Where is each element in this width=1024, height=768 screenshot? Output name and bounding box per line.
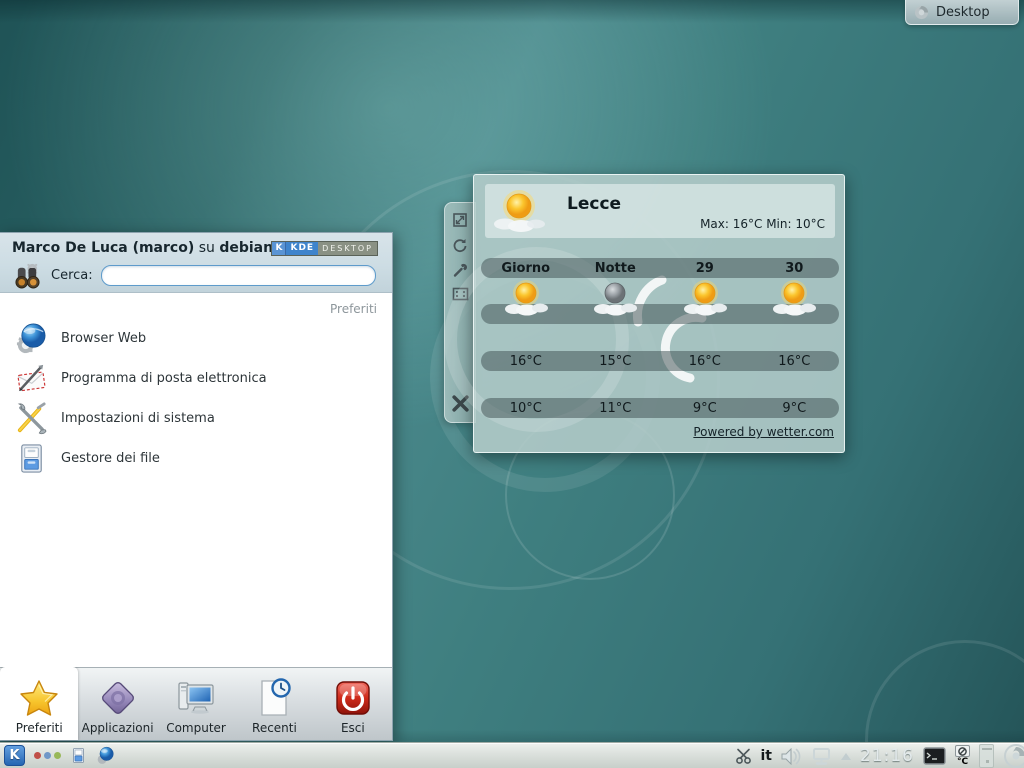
tab-esci[interactable]: Esci <box>314 668 392 740</box>
desktop-toolbox[interactable]: Desktop <box>905 0 1019 25</box>
weather-col: Notte <box>571 261 661 276</box>
menu-item-label: Impostazioni di sistema <box>61 411 215 426</box>
kickoff-menu: Marco De Luca (marco) su debian K KDE DE… <box>0 232 393 741</box>
weather-col: Giorno <box>481 261 571 276</box>
weather-city: Lecce <box>567 194 621 214</box>
plasma-cashew-icon <box>914 5 929 20</box>
system-settings-icon <box>15 402 48 435</box>
pager-dot-blue[interactable] <box>44 752 51 759</box>
menu-item-label: Gestore dei file <box>61 451 160 466</box>
kde-desktop-badge: K KDE DESKTOP <box>271 241 378 256</box>
panel-launchers: K <box>0 745 115 766</box>
wetter-com-link[interactable]: Powered by wetter.com <box>693 425 834 439</box>
network-monitor-icon[interactable] <box>811 747 832 766</box>
toolbox-label: Desktop <box>936 5 990 20</box>
kickoff-tabbar: Preferiti Applicazioni Computer <box>0 667 392 740</box>
panel-cashew-icon[interactable] <box>1003 743 1024 768</box>
terminal-icon[interactable] <box>923 747 946 766</box>
digital-clock[interactable]: 21:16 <box>860 746 914 766</box>
weather-tray-icon[interactable]: °C <box>955 745 970 767</box>
search-input[interactable] <box>101 265 376 286</box>
web-browser-launcher-icon[interactable] <box>96 746 115 765</box>
user-name: Marco De Luca (marco) <box>12 240 194 256</box>
configure-icon[interactable] <box>452 262 468 278</box>
resize-icon[interactable] <box>452 212 468 228</box>
sun-cloud-icon <box>491 188 549 234</box>
keyboard-layout-indicator[interactable]: it <box>761 748 773 764</box>
file-manager-icon <box>15 442 48 475</box>
weather-high-temps-row: 16°C 15°C 16°C 16°C <box>481 351 839 371</box>
user-title: Marco De Luca (marco) su debian <box>12 240 273 256</box>
rotate-icon[interactable] <box>452 237 468 253</box>
weather-header: Lecce Max: 16°C Min: 10°C <box>485 184 835 238</box>
pager-dots[interactable] <box>34 752 61 759</box>
menu-item-file-manager[interactable]: Gestore dei file <box>0 438 392 478</box>
close-icon[interactable] <box>451 394 470 413</box>
applications-icon <box>97 677 139 719</box>
temp-high: 16°C <box>481 354 571 369</box>
clipboard-scissors-icon[interactable] <box>735 748 752 765</box>
temp-high: 16°C <box>660 354 750 369</box>
volume-icon[interactable] <box>781 748 802 765</box>
category-label: Preferiti <box>0 293 392 318</box>
sun-cloud-icon <box>771 279 817 317</box>
computer-icon <box>175 677 217 719</box>
temp-high: 15°C <box>571 354 661 369</box>
expand-tray-arrow-icon[interactable] <box>841 753 851 760</box>
sun-cloud-icon <box>682 279 728 317</box>
sun-cloud-icon <box>503 279 549 317</box>
host-name: debian <box>219 240 273 256</box>
menu-item-label: Programma di posta elettronica <box>61 371 267 386</box>
menu-item-mail[interactable]: Programma di posta elettronica <box>0 358 392 398</box>
kickoff-header: Marco De Luca (marco) su debian K KDE DE… <box>0 233 392 293</box>
widget-handle[interactable] <box>444 202 476 423</box>
tab-recenti[interactable]: Recenti <box>235 668 313 740</box>
temp-high: 16°C <box>750 354 840 369</box>
screen-icon[interactable] <box>452 287 469 301</box>
mail-icon <box>15 362 48 395</box>
pager-dot-green[interactable] <box>54 752 61 759</box>
file-manager-launcher-icon[interactable] <box>70 746 87 765</box>
tab-preferiti[interactable]: Preferiti <box>0 667 78 740</box>
search-binoculars-icon <box>12 262 43 289</box>
search-row: Cerca: <box>0 261 392 289</box>
no-data-icon <box>958 747 967 756</box>
favorites-list: Preferiti Browser Web <box>0 293 392 667</box>
weather-col: 29 <box>660 261 750 276</box>
temp-low: 10°C <box>481 401 571 416</box>
recent-icon <box>253 677 295 719</box>
moon-cloud-icon <box>592 279 638 317</box>
search-label: Cerca: <box>51 268 93 283</box>
weather-columns-row: Giorno Notte 29 30 <box>481 258 839 278</box>
user-title-mid: su <box>199 240 215 256</box>
kde-logo-icon: K <box>272 242 286 255</box>
menu-item-browser-web[interactable]: Browser Web <box>0 318 392 358</box>
weather-maxmin: Max: 16°C Min: 10°C <box>700 217 825 231</box>
tab-applicazioni[interactable]: Applicazioni <box>78 668 156 740</box>
temp-low: 9°C <box>660 401 750 416</box>
tab-computer[interactable]: Computer <box>157 668 235 740</box>
menu-item-system-settings[interactable]: Impostazioni di sistema <box>0 398 392 438</box>
collapsed-tray-widget[interactable] <box>979 744 994 768</box>
power-icon <box>332 677 374 719</box>
weather-icons-row <box>481 304 839 324</box>
temp-low: 11°C <box>571 401 661 416</box>
weather-col: 30 <box>750 261 840 276</box>
weather-widget: Lecce Max: 16°C Min: 10°C Giorno Notte 2… <box>473 174 845 453</box>
weather-low-temps-row: 10°C 11°C 9°C 9°C <box>481 398 839 418</box>
system-tray: it 21:16 °C <box>735 743 1024 768</box>
bottom-panel: K it <box>0 742 1024 768</box>
menu-item-label: Browser Web <box>61 331 146 346</box>
web-browser-icon <box>15 322 48 355</box>
star-icon <box>18 677 60 719</box>
pager-dot-red[interactable] <box>34 752 41 759</box>
kde-menu-button[interactable]: K <box>4 745 25 766</box>
temp-low: 9°C <box>750 401 840 416</box>
